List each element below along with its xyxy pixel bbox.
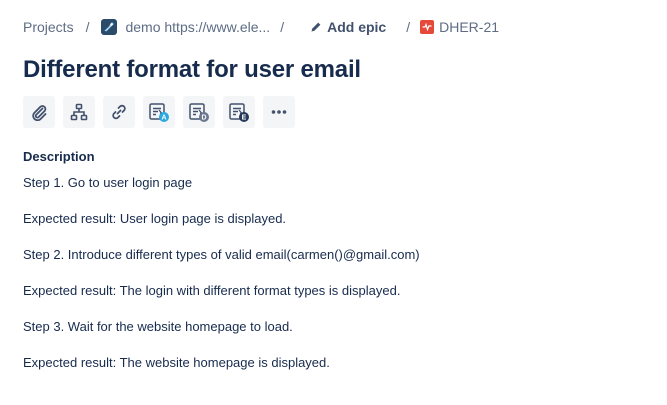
attach-button[interactable] [23,96,55,128]
breadcrumb-issue[interactable]: DHER-21 [420,19,499,35]
add-epic-label: Add epic [327,19,387,35]
issue-view: Projects / demo https://www.ele... / Add… [0,0,667,405]
bug-icon [420,20,435,34]
child-issues-icon [70,103,88,121]
attachment-icon [32,105,47,121]
link-issue-button[interactable] [103,96,135,128]
app-a-button[interactable]: A [143,96,175,128]
breadcrumb-project[interactable]: demo https://www.ele... [101,19,270,35]
more-icon [271,110,287,114]
link-issue-icon [112,104,126,120]
breadcrumb-separator: / [406,19,411,35]
app-a-icon: A [149,103,169,122]
add-epic-button[interactable]: Add epic [310,19,386,35]
app-d-badge: D [201,115,206,122]
app-e-button[interactable]: E [223,96,255,128]
pencil-icon [310,21,322,33]
breadcrumb-projects[interactable]: Projects [23,19,74,35]
app-d-icon: D [189,103,209,122]
app-a-badge: A [161,115,166,122]
description-line: Expected result: The login with differen… [23,283,401,298]
app-e-badge: E [242,115,247,122]
app-d-button[interactable]: D [183,96,215,128]
app-e-icon: E [229,103,249,122]
description-line: Step 2. Introduce different types of val… [23,247,420,262]
project-avatar-icon [101,19,118,35]
breadcrumb: Projects / demo https://www.ele... / Add… [23,19,499,35]
description-heading: Description [23,149,95,164]
breadcrumb-separator: / [280,19,285,35]
breadcrumb-projects-label: Projects [23,19,74,35]
description-line: Expected result: User login page is disp… [23,211,287,226]
breadcrumb-separator: / [85,19,90,35]
breadcrumb-project-label: demo https://www.ele... [125,19,271,35]
description-line: Expected result: The website homepage is… [23,355,330,370]
description-line: Step 1. Go to user login page [23,175,193,190]
description-line: Step 3. Wait for the website homepage to… [23,319,293,334]
description-body[interactable]: Step 1. Go to user login page Expected r… [23,176,420,392]
more-actions-button[interactable] [263,96,295,128]
issue-toolbar: A D E [23,96,295,128]
issue-title[interactable]: Different format for user email [23,56,361,84]
child-issues-button[interactable] [63,96,95,128]
issue-key: DHER-21 [439,19,500,35]
